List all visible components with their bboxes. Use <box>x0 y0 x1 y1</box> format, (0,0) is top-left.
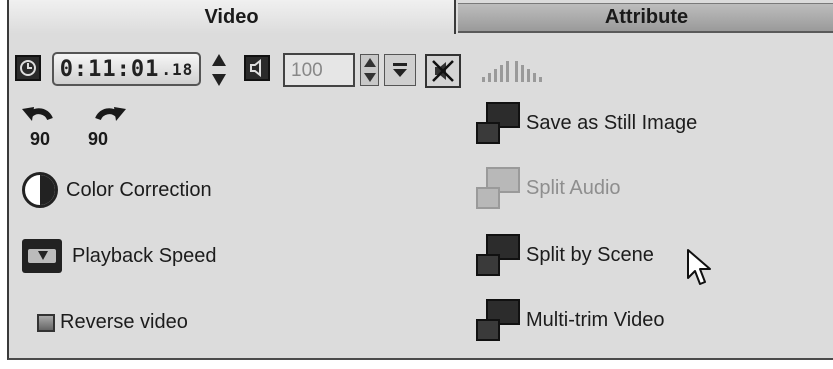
split-audio-button[interactable]: Split Audio <box>474 167 621 209</box>
volume-dropdown-button[interactable] <box>384 54 416 86</box>
volume-up-arrow[interactable] <box>363 58 376 67</box>
tab-video[interactable]: Video <box>9 0 456 34</box>
reverse-video-checkbox[interactable] <box>37 313 55 332</box>
split-by-scene-label: Split by Scene <box>526 243 654 266</box>
split-audio-label: Split Audio <box>526 176 621 199</box>
color-correction-button[interactable]: Color Correction <box>22 172 212 208</box>
split-by-scene-button[interactable]: Split by Scene <box>474 234 654 276</box>
split-audio-icon <box>474 167 520 209</box>
volume-down-arrow[interactable] <box>363 73 376 82</box>
mouse-cursor-icon <box>687 249 711 285</box>
volume-input[interactable]: 100 <box>283 53 355 87</box>
timecode-display[interactable]: 0:11:01.18 <box>52 52 201 86</box>
fade-out-icon[interactable] <box>515 58 542 82</box>
timecode-main: 0:11:01 <box>59 56 160 82</box>
save-still-image-button[interactable]: Save as Still Image <box>474 102 697 144</box>
speaker-icon[interactable] <box>244 55 270 81</box>
timecode-up-arrow[interactable] <box>212 54 226 66</box>
reverse-video-label: Reverse video <box>60 311 188 333</box>
rotate-left-button[interactable]: 90 <box>20 101 64 149</box>
save-still-image-icon <box>474 102 520 144</box>
tab-bar: Video Attribute <box>9 0 833 36</box>
multi-trim-video-button[interactable]: Multi-trim Video <box>474 299 665 341</box>
split-by-scene-icon <box>474 234 520 276</box>
color-correction-icon <box>22 172 58 208</box>
timecode-frames: .18 <box>161 59 194 79</box>
reverse-video-option[interactable]: Reverse video <box>37 311 188 334</box>
color-correction-label: Color Correction <box>66 178 212 201</box>
save-still-image-label: Save as Still Image <box>526 111 698 134</box>
playback-speed-icon <box>22 239 62 273</box>
multi-trim-video-label: Multi-trim Video <box>526 308 665 331</box>
playback-speed-label: Playback Speed <box>72 244 217 267</box>
multi-trim-video-icon <box>474 299 520 341</box>
clock-icon[interactable] <box>15 55 41 81</box>
fade-in-icon[interactable] <box>482 58 509 82</box>
volume-stepper[interactable] <box>360 54 379 86</box>
timecode-down-arrow[interactable] <box>212 74 226 86</box>
rotate-left-label: 90 <box>30 129 50 149</box>
rotate-right-label: 90 <box>88 129 108 149</box>
timecode-stepper[interactable] <box>212 54 226 86</box>
tab-attribute[interactable]: Attribute <box>458 3 833 33</box>
rotate-right-button[interactable]: 90 <box>84 101 128 149</box>
mute-icon[interactable] <box>425 54 461 88</box>
playback-speed-button[interactable]: Playback Speed <box>22 239 217 273</box>
